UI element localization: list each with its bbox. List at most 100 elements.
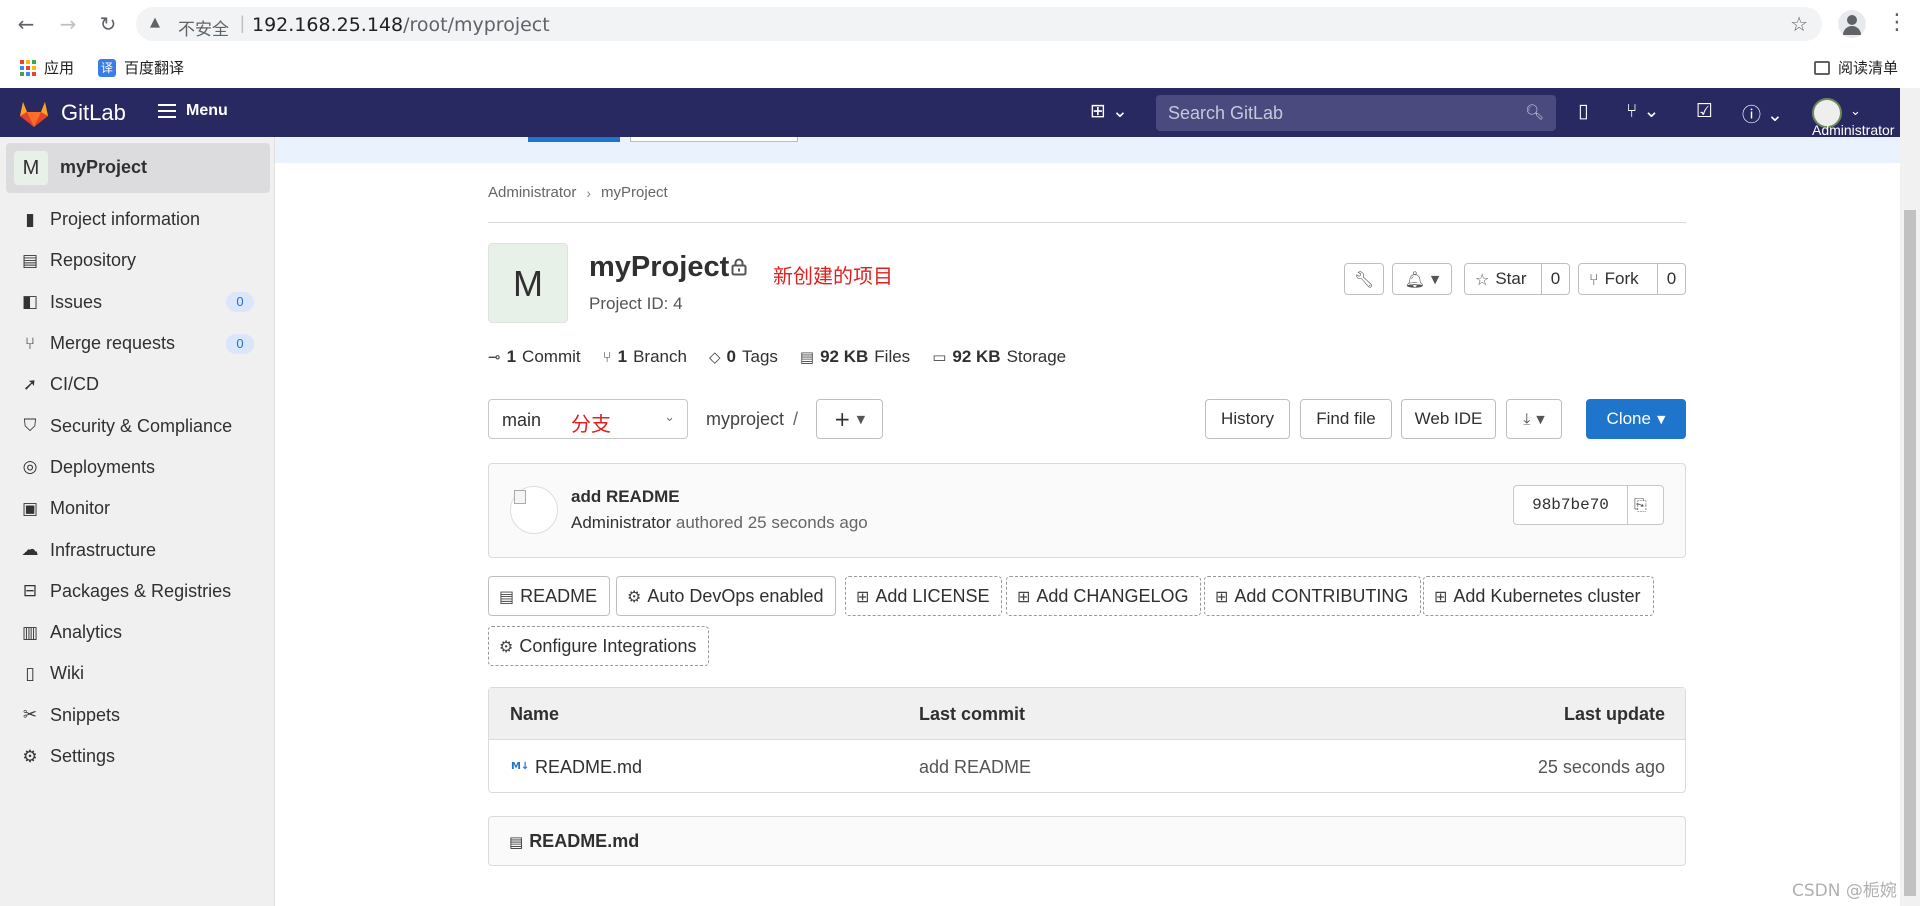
sidebar-item-label: Wiki [50,663,84,684]
sidebar-item-wiki[interactable]: ▯ Wiki [0,653,275,694]
merge-request-icon: ⑂ [24,333,36,354]
sidebar-item-merge-requests[interactable]: ⑂ Merge requests 0 [0,323,275,364]
gear-icon: ⚙ [22,746,38,767]
commit-author[interactable]: Administrator [571,513,671,532]
add-contributing-button[interactable]: ⊞ Add CONTRIBUTING [1204,576,1422,616]
user-chevron-down-icon[interactable]: ⌄ [1850,104,1861,119]
sidebar-item-packages-registries[interactable]: ⊟ Packages & Registries [0,571,275,612]
column-last-commit-header: Last commit [919,704,1026,724]
main-menu-button[interactable]: Menu [158,102,228,120]
search-icon[interactable]: 🔍︎ [1525,103,1544,121]
notification-dropdown-button[interactable]: 🔔︎ ▼ [1392,263,1452,295]
add-license-button[interactable]: ⊞ Add LICENSE [845,576,1003,616]
breadcrumb: Administrator › myProject [488,184,668,201]
commit-title[interactable]: add README [571,487,680,507]
reading-list[interactable]: 阅读清单 [1814,57,1898,78]
stat-storage[interactable]: ▭ 92 KB Storage [932,347,1066,367]
sidebar-project-header[interactable]: M myProject [6,143,270,193]
branch-name: main [502,410,542,430]
merge-requests-dropdown-icon[interactable]: ⑂ ⌄ [1626,100,1659,122]
sidebar-item-deployments[interactable]: ◎ Deployments [0,447,275,488]
bookmarks-bar: 应用 译 百度翻译 阅读清单 [0,48,1920,88]
back-icon[interactable]: ← [14,12,38,36]
bookmark-apps[interactable]: 应用 [20,57,74,78]
table-row[interactable]: M↓ README.md add README 25 seconds ago [489,741,1685,793]
scissors-icon: ✂ [22,705,38,726]
issues-shortcut-icon[interactable]: ▯ [1578,100,1588,122]
search-input[interactable] [1168,101,1508,125]
sidebar-item-infrastructure[interactable]: ☁ Infrastructure [0,529,275,570]
gitlab-brand[interactable]: GitLab [61,100,126,126]
breadcrumb-item-project[interactable]: myProject [601,184,668,201]
gitlab-logo-icon[interactable] [18,98,50,128]
chevron-down-icon: ▼ [856,412,866,426]
sidebar-project-name: myProject [60,157,148,177]
breadcrumb-item-administrator[interactable]: Administrator [488,184,576,201]
fork-label: Fork [1604,269,1639,288]
search-box[interactable]: 🔍︎ [1156,95,1556,131]
bookmark-baidu-translate[interactable]: 译 百度翻译 [98,57,184,78]
fork-count[interactable]: 0 [1657,264,1685,294]
rocket-icon: ➚ [22,374,38,395]
bookmark-star-icon[interactable]: ☆ [1790,12,1808,36]
page-scrollbar[interactable] [1900,88,1920,906]
sidebar-item-issues[interactable]: ◧ Issues 0 [0,282,275,323]
branch-selector[interactable]: main 分支 ⌄ [488,399,688,439]
new-item-dropdown-icon[interactable]: ⊞ ⌄ [1090,100,1128,122]
copy-icon[interactable]: ⎘ [1634,495,1647,515]
readme-header[interactable]: ▤ README.md [509,831,639,852]
address-separator: | [240,13,245,33]
sidebar-item-analytics[interactable]: ▥ Analytics [0,612,275,653]
sidebar-item-label: Snippets [50,704,121,725]
download-dropdown-button[interactable]: ⤓ ▼ [1506,399,1562,439]
browser-profile-icon[interactable] [1838,10,1866,38]
configure-integrations-button[interactable]: ⚙ Configure Integrations [488,626,710,666]
alert-primary-button[interactable] [528,137,620,142]
commit-sha[interactable]: 98b7be70 [1514,486,1628,524]
file-last-commit[interactable]: add README [919,757,1031,778]
address-bar[interactable]: ▲ 不安全 | 192.168.25.148/root/myproject ☆ [136,7,1822,41]
help-dropdown-icon[interactable]: ⓘ ⌄ [1742,100,1783,127]
alert-secondary-button[interactable] [630,137,798,142]
history-button[interactable]: History [1205,399,1290,439]
repo-path[interactable]: myproject [706,409,784,430]
sidebar-item-label: CI/CD [50,374,99,395]
scrollbar-thumb[interactable] [1904,210,1916,896]
readme-button[interactable]: ▤ README [488,576,611,616]
commit-author-avatar[interactable] [510,486,558,534]
sidebar-item-security-compliance[interactable]: ⛉ Security & Compliance [0,405,275,446]
sidebar-item-label: Merge requests [50,333,176,354]
sidebar-item-snippets[interactable]: ✂ Snippets [0,695,275,736]
sidebar-item-label: Packages & Registries [50,580,232,601]
add-kubernetes-cluster-button[interactable]: ⊞ Add Kubernetes cluster [1423,576,1654,616]
stat-branches[interactable]: ⑂ 1 Branch [603,347,687,367]
sidebar-item-monitor[interactable]: ▣ Monitor [0,488,275,529]
address-row: ← → ↻ ▲ 不安全 | 192.168.25.148/root/myproj… [0,0,1920,48]
forward-icon[interactable]: → [56,12,80,36]
chevron-down-icon: ▼ [1656,412,1666,426]
sidebar-item-project-information[interactable]: ▮ Project information [0,199,275,240]
add-changelog-button[interactable]: ⊞ Add CHANGELOG [1006,576,1202,616]
todos-icon[interactable]: ☑ [1696,100,1713,122]
sidebar-item-ci-cd[interactable]: ➚ CI/CD [0,364,275,405]
auto-devops-button[interactable]: ⚙ Auto DevOps enabled [616,576,837,616]
stat-files[interactable]: ▤ 92 KB Files [800,347,910,367]
settings-wrench-button[interactable]: 🔧︎ [1344,263,1384,295]
issues-count-badge: 0 [226,292,254,313]
reload-icon[interactable]: ↻ [96,12,120,36]
browser-menu-icon[interactable]: ⋮ [1886,10,1908,35]
file-name-link[interactable]: README.md [535,757,642,778]
find-file-button[interactable]: Find file [1300,399,1392,439]
star-count[interactable]: 0 [1541,264,1569,294]
fork-button[interactable]: ⑂ Fork 0 [1578,263,1686,295]
repo-path-separator: / [793,409,799,429]
clone-button[interactable]: Clone ▼ [1586,399,1686,439]
user-label[interactable]: Administrator [1812,122,1894,138]
sidebar-item-settings[interactable]: ⚙ Settings [0,736,275,777]
stat-tags[interactable]: ◇ 0 Tags [709,347,778,367]
add-to-tree-dropdown[interactable]: + ▼ [816,399,883,439]
web-ide-button[interactable]: Web IDE [1401,399,1496,439]
sidebar-item-repository[interactable]: ▤ Repository [0,240,275,281]
star-button[interactable]: ☆ Star 0 [1464,263,1570,295]
stat-commits[interactable]: ⊸ 1 Commit [488,347,581,367]
